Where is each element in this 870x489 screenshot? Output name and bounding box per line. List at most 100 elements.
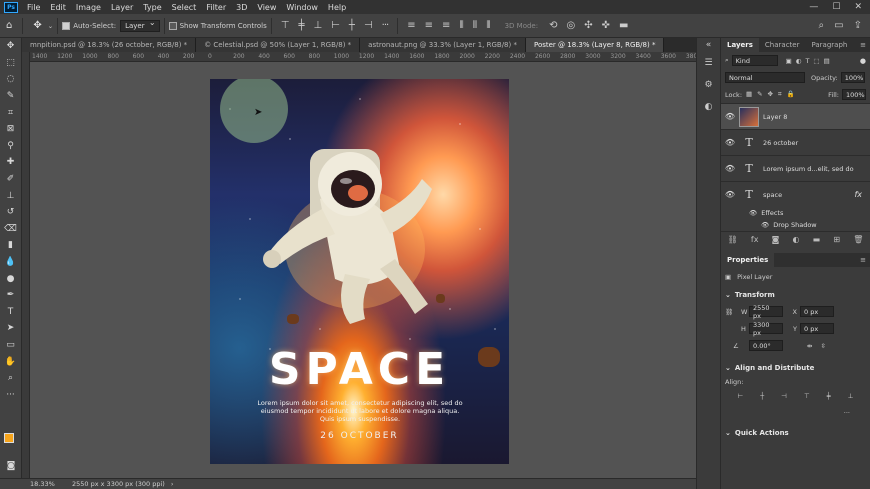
align-bottom-icon[interactable]: ⊥ [848,392,854,400]
tab-character[interactable]: Character [759,38,806,52]
lasso-tool-icon[interactable]: ◌ [0,71,21,88]
distribute-bottom-icon[interactable]: ≡ [437,20,454,31]
add-mask-icon[interactable]: ◙ [772,235,780,244]
align-bottom-icon[interactable]: ⊥ [308,20,326,31]
layer-kind-filter[interactable]: Kind [731,55,778,66]
drop-shadow-row[interactable]: 👁 Drop Shadow [721,219,870,231]
home-icon[interactable]: ⌂ [0,20,18,31]
distribute-vcenter-icon[interactable]: ≡ [420,20,437,31]
foreground-color-swatch[interactable] [4,433,14,443]
distribute-hcenter-icon[interactable]: ⦀ [468,20,481,31]
healing-brush-tool-icon[interactable]: ✚ [0,154,21,171]
menu-filter[interactable]: Filter [201,3,231,12]
menu-3d[interactable]: 3D [231,3,252,12]
menu-select[interactable]: Select [167,3,202,12]
stamp-tool-icon[interactable]: ⊥ [0,187,21,204]
auto-select-dropdown[interactable]: Layer [120,18,160,32]
distribute-right-icon[interactable]: ⦀ [481,20,494,31]
maximize-icon[interactable]: ☐ [832,2,840,12]
eyedropper-tool-icon[interactable]: ⚲ [0,138,21,155]
flip-horizontal-icon[interactable]: ⇹ [807,342,812,350]
blend-mode-select[interactable]: Normal [725,72,805,83]
hand-tool-icon[interactable]: ✋ [0,353,21,370]
move-tool-icon[interactable]: ✥ [27,20,47,31]
minimize-icon[interactable]: — [809,2,818,12]
layer-row[interactable]: 👁 T space fx [721,181,870,207]
menu-layer[interactable]: Layer [106,3,138,12]
distribute-top-icon[interactable]: ≡ [402,20,419,31]
3d-pan-icon[interactable]: ✣ [579,20,596,31]
crop-tool-icon[interactable]: ⌗ [0,104,21,121]
libraries-panel-icon[interactable]: ◐ [697,96,720,118]
distribute-left-icon[interactable]: ⦀ [454,20,467,31]
collapse-icon[interactable]: « [697,38,720,52]
layer-row[interactable]: 👁 T Lorem ipsum d...elit, sed do [721,155,870,181]
layer-row[interactable]: 👁 Layer 8 [721,103,870,129]
path-select-tool-icon[interactable]: ➤ [0,320,21,337]
visibility-eye-icon[interactable]: 👁 [721,190,739,199]
tab-paragraph[interactable]: Paragraph [805,38,853,52]
menu-file[interactable]: File [22,3,45,12]
3d-slide-icon[interactable]: ✜ [597,20,614,31]
tab-layers[interactable]: Layers [721,38,759,52]
history-brush-tool-icon[interactable]: ↺ [0,204,21,221]
tab-document-poster[interactable]: Poster @ 18.3% (Layer 8, RGB/8) * [525,38,665,52]
eye-icon[interactable]: 👁 [749,209,757,217]
eye-icon[interactable]: 👁 [761,221,769,229]
x-field[interactable]: 0 px [800,306,834,317]
zoom-tool-icon[interactable]: ⌕ [0,370,21,387]
menu-window[interactable]: Window [281,3,323,12]
close-icon[interactable]: ✕ [854,2,862,12]
history-panel-icon[interactable]: ☰ [697,52,720,74]
lock-options-icons[interactable]: ▦✎✥⌗🔒 [746,90,800,99]
canvas-area[interactable]: SPACE Lorem ipsum dolor sit amet, consec… [30,62,709,478]
new-layer-icon[interactable]: ⊞ [833,235,840,244]
panel-menu-icon[interactable]: ≡ [860,253,870,267]
align-top-icon[interactable]: ⊤ [804,392,810,400]
width-field[interactable]: 2550 px [749,304,783,320]
angle-field[interactable]: 0.00° [749,340,783,351]
adjustment-layer-icon[interactable]: ◐ [793,235,800,244]
gradient-tool-icon[interactable]: ▮ [0,237,21,254]
align-left-icon[interactable]: ⊢ [738,392,744,400]
opacity-field[interactable]: 100% [840,72,865,83]
effects-row[interactable]: 👁 Effects [721,207,870,219]
poster-document[interactable]: SPACE Lorem ipsum dolor sit amet, consec… [210,79,509,464]
new-group-icon[interactable]: ▬ [813,235,821,244]
tab-document-3[interactable]: astronaut.png @ 33.3% (Layer 1, RGB/8) * [360,38,526,52]
align-right-icon[interactable]: ⊣ [359,20,377,31]
pen-tool-icon[interactable]: ✒ [0,287,21,304]
align-hcenter-icon[interactable]: ┼ [760,392,764,400]
align-vcenter-icon[interactable]: ╪ [293,20,308,31]
link-layers-icon[interactable]: ⛓ [728,235,738,244]
marquee-tool-icon[interactable]: ⬚ [0,55,21,72]
align-distribute-section[interactable]: ⌄ Align and Distribute [721,360,870,376]
menu-image[interactable]: Image [71,3,106,12]
align-hcenter-icon[interactable]: ┼ [344,20,359,31]
tab-document-2[interactable]: © Celestial.psd @ 50% (Layer 1, RGB/8) * [196,38,361,52]
search-icon[interactable]: ⌕ [819,20,825,31]
more-options-icon[interactable]: ··· [377,20,394,31]
show-transform-checkbox[interactable] [168,21,177,30]
add-style-icon[interactable]: fx [751,235,759,244]
rectangle-tool-icon[interactable]: ▭ [0,337,21,354]
auto-select-checkbox[interactable] [62,21,71,30]
frame-tool-icon[interactable]: ⊠ [0,121,21,138]
menu-edit[interactable]: Edit [45,3,71,12]
menu-view[interactable]: View [252,3,281,12]
adjustments-panel-icon[interactable]: ⚙ [697,74,720,96]
menu-type[interactable]: Type [138,3,166,12]
link-dimensions-icon[interactable]: ⛓ [725,308,741,316]
quick-mask-icon[interactable]: ◙ [0,458,22,475]
align-vcenter-icon[interactable]: ╪ [827,392,831,400]
dodge-tool-icon[interactable]: ● [0,270,21,287]
workspace-icon[interactable]: ▭ [834,20,843,31]
panel-menu-icon[interactable]: ≡ [860,38,870,52]
visibility-eye-icon[interactable]: 👁 [721,164,739,173]
transform-section[interactable]: ⌄ Transform [721,287,870,303]
more-options-icon[interactable]: ··· [844,409,850,417]
brush-tool-icon[interactable]: ✐ [0,171,21,188]
quick-select-tool-icon[interactable]: ✎ [0,88,21,105]
chevron-right-icon[interactable]: › [171,480,174,488]
align-left-icon[interactable]: ⊢ [326,20,344,31]
